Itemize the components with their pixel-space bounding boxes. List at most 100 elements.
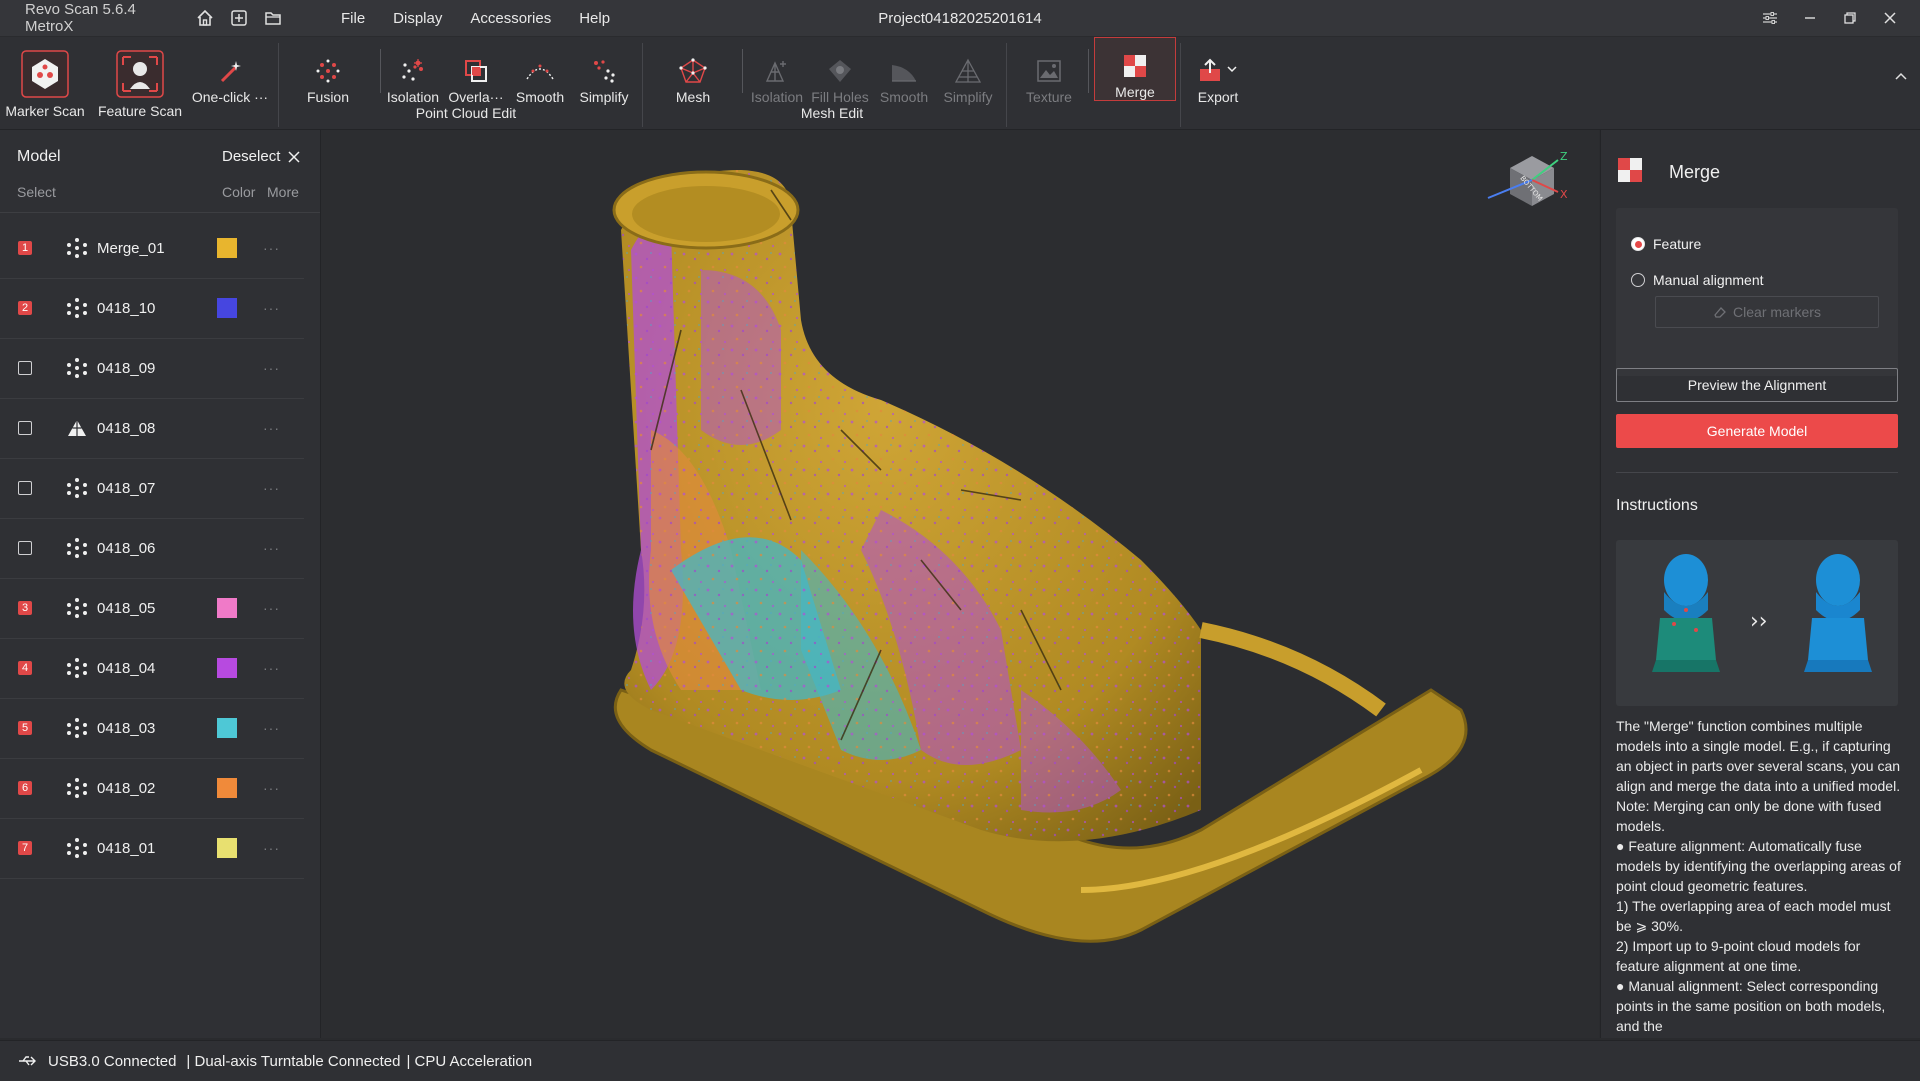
export-button[interactable]: Export xyxy=(1190,37,1246,129)
feature-scan-label: Feature Scan xyxy=(97,103,183,119)
model-name: 0418_09 xyxy=(97,359,156,377)
home-icon[interactable] xyxy=(191,4,219,32)
feature-scan-button[interactable]: Feature Scan xyxy=(96,37,184,129)
minimize-icon[interactable] xyxy=(1790,0,1830,36)
model-panel: Model Deselect Select Color More 1 Merge_… xyxy=(0,130,321,1038)
one-click-button[interactable]: One-click ··· xyxy=(188,37,272,129)
model-row[interactable]: 2 0418_10 ··· xyxy=(0,278,304,339)
model-row[interactable]: 3 0418_05 ··· xyxy=(0,578,304,639)
restore-icon[interactable] xyxy=(1830,0,1870,36)
close-icon[interactable] xyxy=(1870,0,1910,36)
model-color-swatch[interactable] xyxy=(217,478,237,498)
menu-file[interactable]: File xyxy=(327,10,379,27)
selection-order-badge[interactable]: 4 xyxy=(18,661,32,675)
more-options-button[interactable]: ··· xyxy=(263,840,280,856)
model-color-swatch[interactable] xyxy=(217,838,237,858)
eraser-icon xyxy=(1714,307,1726,318)
more-options-button[interactable]: ··· xyxy=(263,360,280,376)
mesh-icon xyxy=(678,41,708,85)
model-color-swatch[interactable] xyxy=(217,778,237,798)
checkbox[interactable] xyxy=(18,421,32,435)
menu-help[interactable]: Help xyxy=(565,10,624,27)
more-options-button[interactable]: ··· xyxy=(263,720,280,736)
model-row[interactable]: 0418_08 ··· xyxy=(0,398,304,459)
selection-order-badge[interactable]: 1 xyxy=(18,241,32,255)
model-name: 0418_05 xyxy=(97,599,156,617)
model-color-swatch[interactable] xyxy=(217,358,237,378)
model-row[interactable]: 5 0418_03 ··· xyxy=(0,698,304,759)
selection-order-badge[interactable]: 2 xyxy=(18,301,32,315)
model-color-swatch[interactable] xyxy=(217,238,237,258)
simplify-points-icon xyxy=(590,41,618,85)
simplify-mesh-icon xyxy=(954,41,982,85)
selection-order-badge[interactable]: 5 xyxy=(18,721,32,735)
model-row[interactable]: 6 0418_02 ··· xyxy=(0,758,304,819)
deselect-button[interactable]: Deselect xyxy=(222,148,300,165)
model-row[interactable]: 1 Merge_01 ··· xyxy=(0,218,304,279)
checkbox[interactable] xyxy=(18,481,32,495)
model-row[interactable]: 0418_06 ··· xyxy=(0,518,304,579)
bust-before-image xyxy=(1652,554,1720,672)
checkbox[interactable] xyxy=(18,541,32,555)
merge-icon xyxy=(1616,156,1644,189)
menu-accessories[interactable]: Accessories xyxy=(456,10,565,27)
new-project-icon[interactable] xyxy=(225,4,253,32)
manual-alignment-radio[interactable]: Manual alignment xyxy=(1631,272,1764,288)
model-name: 0418_07 xyxy=(97,479,156,497)
merge-button[interactable]: Merge xyxy=(1094,37,1176,101)
model-name: 0418_01 xyxy=(97,839,156,857)
model-name: Merge_01 xyxy=(97,239,165,257)
selection-order-badge[interactable]: 7 xyxy=(18,841,32,855)
collapse-ribbon-icon[interactable] xyxy=(1890,65,1912,87)
feature-radio[interactable]: Feature xyxy=(1631,236,1701,252)
model-color-swatch[interactable] xyxy=(217,598,237,618)
status-bar: USB3.0 Connected | Dual-axis Turntable C… xyxy=(0,1040,1920,1081)
toolbar-divider xyxy=(380,49,381,93)
model-name: 0418_04 xyxy=(97,659,156,677)
more-options-button[interactable]: ··· xyxy=(263,240,280,256)
instruction-paragraph: The "Merge" function combines multiple m… xyxy=(1616,718,1901,834)
more-options-button[interactable]: ··· xyxy=(263,420,280,436)
selection-order-badge[interactable]: 6 xyxy=(18,781,32,795)
more-options-button[interactable]: ··· xyxy=(263,660,280,676)
preview-alignment-button[interactable]: Preview the Alignment xyxy=(1616,368,1898,402)
point-cloud-icon xyxy=(64,237,90,259)
more-options-button[interactable]: ··· xyxy=(263,300,280,316)
isolation-points-icon xyxy=(399,41,427,85)
model-row[interactable]: 0418_09 ··· xyxy=(0,338,304,399)
selection-order-badge[interactable]: 3 xyxy=(18,601,32,615)
model-row[interactable]: 7 0418_01 ··· xyxy=(0,818,304,879)
clear-markers-button[interactable]: Clear markers xyxy=(1655,296,1879,328)
3d-viewport[interactable] xyxy=(321,130,1599,1038)
merge-label: Merge xyxy=(1115,84,1155,100)
texture-icon xyxy=(1035,41,1063,85)
panel-divider xyxy=(1616,472,1898,473)
more-options-button[interactable]: ··· xyxy=(263,480,280,496)
more-options-button[interactable]: ··· xyxy=(263,780,280,796)
model-color-swatch[interactable] xyxy=(217,538,237,558)
open-folder-icon[interactable] xyxy=(259,4,287,32)
settings-sliders-icon[interactable] xyxy=(1750,0,1790,36)
texture-button[interactable]: Texture xyxy=(1018,37,1080,129)
point-cloud-icon xyxy=(64,657,90,679)
more-options-button[interactable]: ··· xyxy=(263,600,280,616)
fusion-label: Fusion xyxy=(306,89,350,105)
marker-scan-button[interactable]: Marker Scan xyxy=(4,37,86,129)
more-options-button[interactable]: ··· xyxy=(263,540,280,556)
generate-model-button[interactable]: Generate Model xyxy=(1616,414,1898,448)
point-cloud-icon xyxy=(64,717,90,739)
model-color-swatch[interactable] xyxy=(217,298,237,318)
instruction-paragraph: ● Manual alignment: Select corresponding… xyxy=(1616,978,1886,1032)
model-color-swatch[interactable] xyxy=(217,718,237,738)
scanned-foot-model xyxy=(612,170,1468,943)
ribbon-toolbar: Marker Scan Feature Scan One-click ··· F… xyxy=(0,37,1920,130)
export-label: Export xyxy=(1197,89,1239,105)
checkbox[interactable] xyxy=(18,361,32,375)
model-color-swatch[interactable] xyxy=(217,658,237,678)
view-cube-gizmo[interactable]: Z X BOTTOM xyxy=(1480,150,1572,229)
model-row[interactable]: 0418_07 ··· xyxy=(0,458,304,519)
model-row[interactable]: 4 0418_04 ··· xyxy=(0,638,304,699)
model-color-swatch[interactable] xyxy=(217,418,237,438)
menu-display[interactable]: Display xyxy=(379,10,456,27)
model-name: 0418_02 xyxy=(97,779,156,797)
